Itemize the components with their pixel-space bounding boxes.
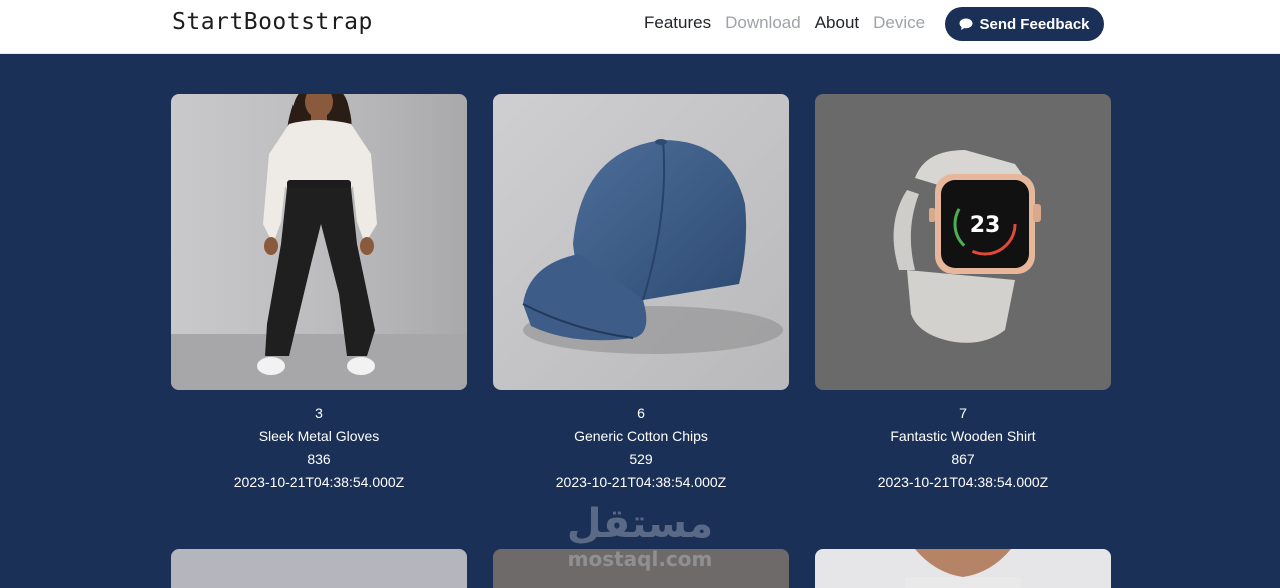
product-date: 2023-10-21T04:38:54.000Z [555, 474, 727, 490]
send-feedback-label: Send Feedback [979, 15, 1090, 33]
product-info: 6 Generic Cotton Chips 529 2023-10-21T04… [493, 402, 789, 494]
product-card-partial[interactable] [815, 549, 1111, 588]
product-name: Fantastic Wooden Shirt [890, 428, 1036, 444]
product-card-partial[interactable] [493, 549, 789, 588]
product-value: 867 [951, 451, 975, 467]
watermark-arabic: مستقل [566, 501, 714, 547]
product-date: 2023-10-21T04:38:54.000Z [877, 474, 1049, 490]
nav-link-about[interactable]: About [815, 13, 859, 33]
product-image-cap[interactable] [493, 94, 789, 390]
product-card[interactable]: 6 Generic Cotton Chips 529 2023-10-21T04… [493, 94, 789, 494]
product-id: 6 [637, 405, 645, 421]
product-image-partial[interactable] [493, 549, 789, 588]
product-card[interactable]: 23 7 Fantastic Wooden Shirt 867 2023-10-… [815, 94, 1111, 494]
product-name: Generic Cotton Chips [574, 428, 708, 444]
product-card[interactable]: 3 Sleek Metal Gloves 836 2023-10-21T04:3… [171, 94, 467, 494]
svg-text:23: 23 [970, 213, 1001, 238]
product-value: 529 [629, 451, 653, 467]
send-feedback-button[interactable]: Send Feedback [945, 7, 1104, 41]
product-card-partial[interactable] [171, 549, 467, 588]
product-info: 7 Fantastic Wooden Shirt 867 2023-10-21T… [815, 402, 1111, 494]
brand-logo[interactable]: StartBootstrap [172, 9, 373, 35]
product-image-partial[interactable] [171, 549, 467, 588]
product-image-woman[interactable] [171, 94, 467, 390]
product-id: 3 [315, 405, 323, 421]
product-info: 3 Sleek Metal Gloves 836 2023-10-21T04:3… [171, 402, 467, 494]
nav-link-features[interactable]: Features [644, 13, 711, 33]
product-name: Sleek Metal Gloves [258, 428, 380, 444]
product-id: 7 [959, 405, 967, 421]
product-date: 2023-10-21T04:38:54.000Z [233, 474, 405, 490]
product-value: 836 [307, 451, 331, 467]
nav-link-download[interactable]: Download [725, 13, 801, 33]
chat-icon [959, 18, 973, 30]
product-image-partial[interactable] [815, 549, 1111, 588]
navbar: StartBootstrap Features Download About D… [0, 0, 1280, 54]
nav-links: Features Download About Device [644, 13, 925, 33]
nav-link-device[interactable]: Device [873, 13, 925, 33]
product-image-watch[interactable]: 23 [815, 94, 1111, 390]
